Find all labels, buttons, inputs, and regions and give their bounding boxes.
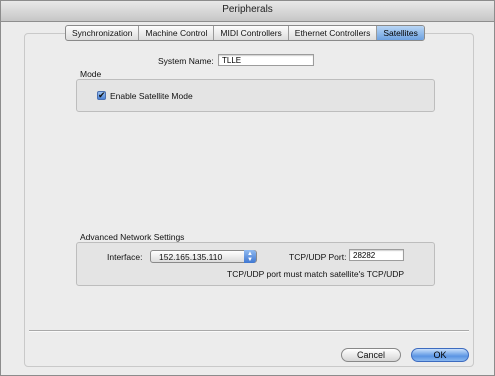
- checkmark-icon: ✔: [98, 90, 106, 100]
- interface-value: 152.165.135.110: [159, 252, 223, 262]
- mode-heading: Mode: [80, 69, 102, 79]
- interface-popup[interactable]: 152.165.135.110 ▲ ▼: [150, 250, 257, 263]
- system-name-label: System Name:: [158, 56, 214, 66]
- interface-label: Interface:: [107, 252, 143, 262]
- updown-arrows-icon: ▲ ▼: [244, 250, 256, 263]
- peripherals-window: Peripherals Synchronization Machine Cont…: [0, 0, 495, 376]
- title-bar[interactable]: Peripherals: [1, 1, 494, 22]
- tab-synchronization[interactable]: Synchronization: [66, 26, 140, 40]
- tab-midi-controllers[interactable]: MIDI Controllers: [214, 26, 289, 40]
- enable-satellite-checkbox[interactable]: ✔: [97, 90, 106, 100]
- enable-satellite-label: Enable Satellite Mode: [110, 91, 193, 101]
- advanced-network-heading: Advanced Network Settings: [80, 232, 185, 242]
- tab-satellites[interactable]: Satellites: [377, 26, 424, 40]
- tcp-udp-port-field[interactable]: 28282: [349, 249, 404, 261]
- tab-machine-control[interactable]: Machine Control: [139, 26, 215, 40]
- tab-ethernet-controllers[interactable]: Ethernet Controllers: [289, 26, 378, 40]
- cancel-button[interactable]: Cancel: [341, 348, 401, 362]
- footer-divider: [29, 330, 469, 332]
- ok-button[interactable]: OK: [411, 348, 469, 362]
- port-match-note: TCP/UDP port must match satellite's TCP/…: [227, 269, 405, 279]
- system-name-field[interactable]: TLLE: [218, 54, 314, 66]
- window-title: Peripherals: [222, 4, 273, 15]
- tab-bar: Synchronization Machine Control MIDI Con…: [65, 25, 425, 41]
- tcp-udp-port-label: TCP/UDP Port:: [289, 252, 347, 262]
